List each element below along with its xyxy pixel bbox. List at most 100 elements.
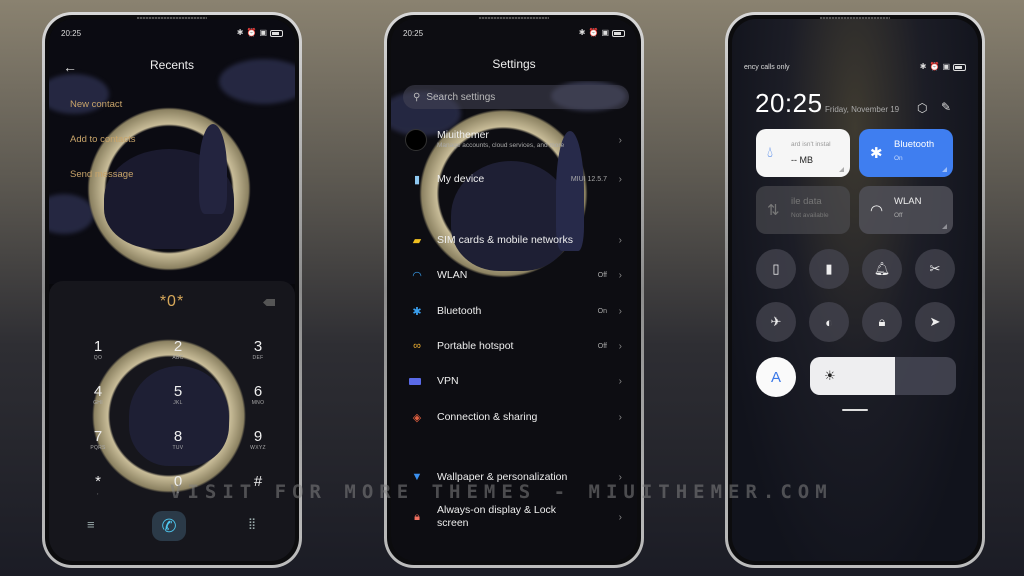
bluetooth-icon: ✱: [919, 62, 927, 71]
alarm-icon: ⏰: [929, 62, 940, 71]
mobile-data-icon: ⇅: [767, 202, 780, 219]
screenshot-toggle[interactable]: ✂: [915, 249, 955, 289]
item-label: VPN: [437, 375, 459, 387]
location-toggle[interactable]: ➤: [915, 302, 955, 342]
bluetooth-icon: ✱: [236, 28, 244, 37]
add-to-contacts-option[interactable]: Add to contacts: [70, 134, 135, 145]
brightness-slider[interactable]: ☀: [810, 357, 956, 395]
key-digit: 9: [253, 428, 263, 445]
tile-subtitle: Not available: [791, 212, 829, 219]
item-label: Always-on display & Lock screen: [437, 504, 557, 529]
send-message-option[interactable]: Send message: [70, 169, 133, 180]
settings-item-hotspot[interactable]: ∞ Portable hotspot Off ›: [391, 331, 637, 361]
settings-item-lock-screen[interactable]: 🔒︎ Always-on display & Lock screen ›: [391, 499, 637, 535]
phone-icon: ✆: [161, 515, 177, 536]
bell-icon: 🔔︎: [873, 261, 891, 276]
airplane-toggle[interactable]: ✈: [756, 302, 796, 342]
key-digit: 3: [253, 338, 263, 355]
hotspot-icon: ∞: [413, 340, 421, 352]
sim-card-icon: ▰: [412, 234, 422, 247]
screenshot-icon: ✂: [929, 261, 941, 276]
bluetooth-icon: ✱: [412, 305, 422, 318]
brightness-fill: [810, 357, 895, 395]
item-label: Connection & sharing: [437, 411, 538, 423]
share-icon: ◈: [412, 411, 422, 424]
data-usage-tile[interactable]: 💧︎ ard isn't instal -- MB: [756, 129, 850, 177]
sun-icon: ☀: [824, 368, 836, 383]
key-letters: ABC: [172, 355, 184, 361]
lock-icon: 🔒︎: [414, 510, 420, 523]
key-digit: 1: [93, 338, 103, 355]
key-letters: ,: [97, 490, 99, 496]
bluetooth-icon: ✱: [870, 145, 883, 162]
chevron-right-icon: ›: [618, 234, 622, 246]
sim-icon: ▣: [601, 28, 609, 37]
settings-item-account[interactable]: Miuithemer Manage accounts, cloud servic…: [391, 125, 637, 155]
key-5[interactable]: 5 JKL: [158, 383, 198, 407]
key-digit: 5: [173, 383, 183, 400]
key-4[interactable]: 4 GHI: [78, 384, 118, 407]
mobile-data-tile[interactable]: ⇅ ile data Not available: [756, 186, 850, 234]
search-settings-input[interactable]: ⚲ Search settings: [403, 85, 629, 109]
settings-gear-icon[interactable]: ⬡: [917, 101, 927, 115]
auto-brightness-button[interactable]: A: [756, 357, 796, 397]
device-icon: ▮: [413, 173, 421, 186]
wlan-tile[interactable]: ◠ WLAN Off: [859, 186, 953, 234]
key-6[interactable]: 6 MNO: [238, 384, 278, 407]
settings-item-connection-sharing[interactable]: ◈ Connection & sharing ›: [391, 402, 637, 432]
key-letters: GHI: [93, 400, 103, 406]
keypad-icon[interactable]: ⣿: [248, 517, 256, 530]
watermark: VISIT FOR MORE THEMES - MIUITHEMER.COM: [170, 481, 833, 503]
battery-icon: [612, 29, 625, 37]
settings-item-bluetooth[interactable]: ✱ Bluetooth On ›: [391, 296, 637, 326]
key-3[interactable]: 3 DEF: [238, 338, 278, 362]
water-drop-icon: 💧︎: [767, 144, 774, 161]
item-value: MIUI 12.5.7: [570, 175, 607, 183]
airplane-icon: ✈: [770, 314, 782, 329]
control-center-screen: ency calls only ✱ ⏰ ▣ 20:25 Friday, Novemb…: [732, 19, 978, 561]
edit-icon[interactable]: ✎: [941, 100, 951, 114]
call-button[interactable]: ✆: [152, 511, 186, 541]
key-7[interactable]: 7 PQRS: [78, 429, 118, 452]
settings-title: Settings: [492, 57, 536, 71]
key-2[interactable]: 2 ABC: [158, 339, 198, 362]
recents-title: Recents: [149, 58, 195, 72]
sim-icon: ▣: [259, 28, 267, 37]
new-contact-option[interactable]: New contact: [70, 99, 122, 110]
swan-art: [129, 366, 229, 466]
flashlight-toggle[interactable]: ▮: [809, 249, 849, 289]
tile-subtitle: On: [894, 155, 903, 162]
settings-item-vpn[interactable]: VPN ›: [391, 366, 637, 396]
item-subtitle: Manage accounts, cloud services, and mor…: [437, 142, 565, 149]
key-9[interactable]: 9 WXYZ: [238, 428, 278, 452]
sound-toggle[interactable]: 🔔︎: [862, 249, 902, 289]
flashlight-icon: ▮: [825, 261, 833, 276]
chevron-right-icon: ›: [618, 511, 622, 523]
settings-item-sim[interactable]: ▰ SIM cards & mobile networks ›: [391, 225, 637, 255]
lock-toggle[interactable]: 🔒︎: [862, 302, 902, 342]
bluetooth-tile[interactable]: ✱ Bluetooth On: [859, 129, 953, 177]
drag-handle[interactable]: [842, 409, 868, 411]
tile-subtitle: Off: [894, 212, 903, 219]
chevron-right-icon: ›: [618, 305, 622, 317]
dark-mode-toggle[interactable]: ◐: [809, 302, 849, 342]
battery-icon: [953, 63, 966, 71]
key-8[interactable]: 8 TUV: [158, 429, 198, 452]
wifi-icon: ◠: [870, 202, 884, 219]
key-star[interactable]: *,: [78, 473, 118, 497]
chevron-right-icon: ›: [618, 134, 622, 146]
key-digit: *: [95, 473, 101, 490]
menu-icon[interactable]: ≡: [87, 517, 95, 532]
chevron-right-icon: ›: [618, 340, 622, 352]
key-1[interactable]: 1 QO: [78, 338, 118, 362]
location-arrow-icon: ➤: [929, 314, 941, 329]
key-letters: QO: [93, 355, 103, 361]
settings-item-my-device[interactable]: ▮ My device MIUI 12.5.7 ›: [391, 164, 637, 194]
clock: 20:25: [755, 88, 823, 118]
chevron-right-icon: ›: [618, 269, 622, 281]
vibrate-toggle[interactable]: ▯: [756, 249, 796, 289]
key-letters: MNO: [251, 400, 265, 406]
alarm-icon: ⏰: [588, 28, 599, 37]
settings-item-wlan[interactable]: ◠ WLAN Off ›: [391, 260, 637, 290]
status-time: 20:25: [61, 28, 82, 38]
